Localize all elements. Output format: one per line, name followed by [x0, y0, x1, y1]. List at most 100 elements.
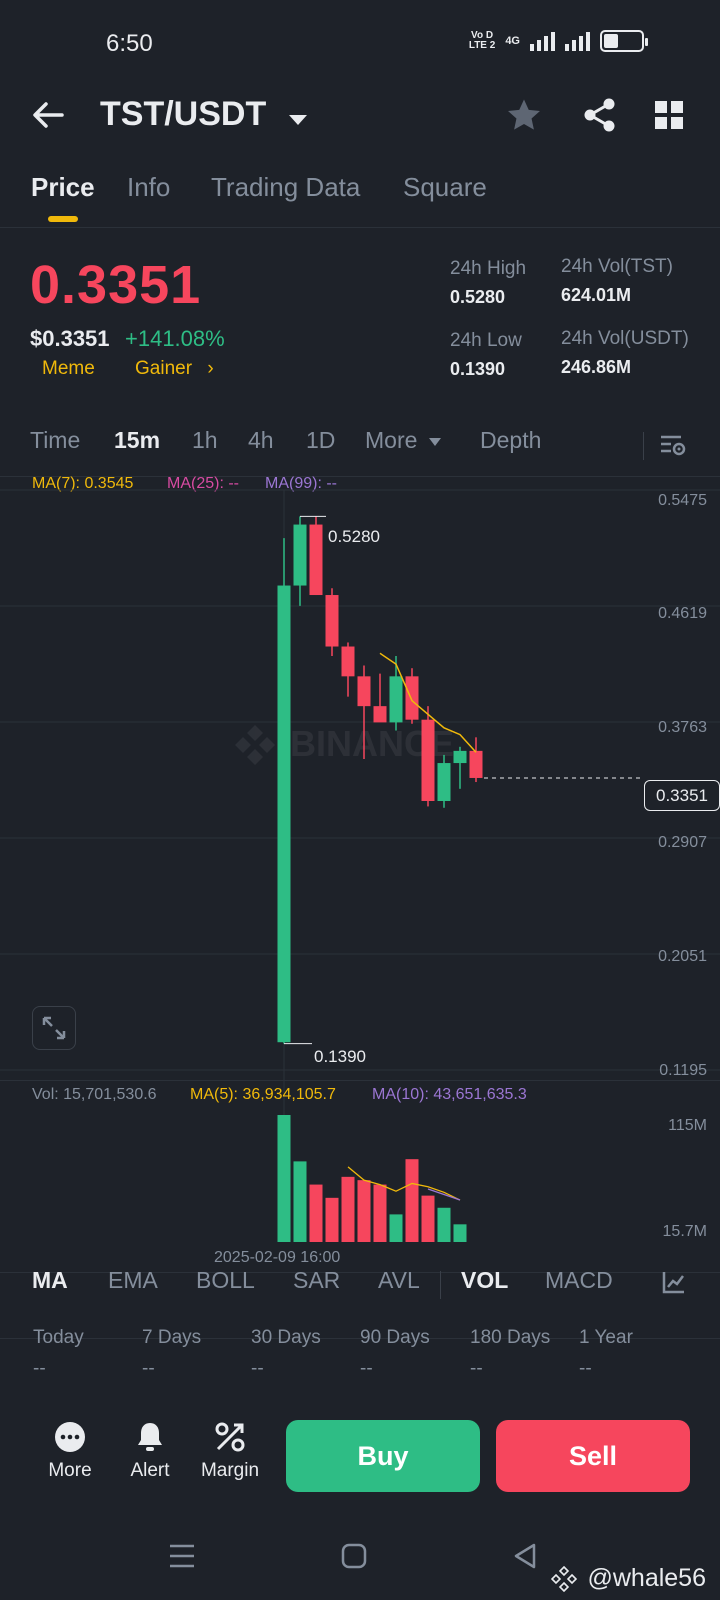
4g-icon: 4G	[505, 35, 520, 47]
more-button[interactable]: More	[30, 1420, 110, 1482]
alert-button[interactable]: Alert	[110, 1420, 190, 1482]
binance-watermark: BINANCE	[235, 723, 454, 765]
ind-sar[interactable]: SAR	[293, 1267, 340, 1294]
period-90d-label: 90 Days	[360, 1327, 430, 1348]
caret-down-icon	[288, 97, 308, 136]
vol-usdt-label: 24h Vol(USDT)	[561, 328, 689, 349]
ind-macd[interactable]: MACD	[545, 1267, 613, 1294]
binance-logo-icon	[550, 1566, 577, 1593]
battery-icon	[600, 30, 648, 52]
vol-divider	[0, 1080, 720, 1081]
vol-tst-label: 24h Vol(TST)	[561, 256, 673, 277]
tf-depth[interactable]: Depth	[480, 427, 541, 454]
axis-price-1: 0.4619	[658, 605, 707, 622]
back-arrow-icon[interactable]	[30, 97, 66, 138]
axis-price-5: 0.1195	[659, 1062, 707, 1079]
candle-body	[469, 750, 483, 778]
period-1y-label: 1 Year	[579, 1327, 633, 1348]
volume-bar	[325, 1197, 339, 1242]
tf-time[interactable]: Time	[30, 427, 80, 454]
x-axis-label: 2025-02-09 16:00	[214, 1249, 341, 1266]
share-icon[interactable]	[582, 97, 618, 138]
active-tab-indicator	[48, 216, 78, 222]
watermark: @whale56	[550, 1564, 706, 1593]
candle-body	[373, 706, 387, 723]
candle-body	[277, 585, 291, 1043]
ind-ma[interactable]: MA	[32, 1267, 68, 1294]
high-value: 0.5280	[450, 287, 506, 307]
tab-trading-data[interactable]: Trading Data	[211, 172, 360, 203]
buy-button[interactable]: Buy	[286, 1420, 480, 1492]
tf-more[interactable]: More	[365, 427, 442, 454]
candle-body	[453, 750, 467, 764]
ind-boll[interactable]: BOLL	[196, 1267, 255, 1294]
bell-icon	[110, 1420, 190, 1454]
period-30d-label: 30 Days	[251, 1327, 321, 1348]
period-180d-value: --	[470, 1358, 483, 1379]
volume-bar	[277, 1115, 291, 1242]
chart-settings-icon[interactable]	[660, 434, 686, 463]
vol-axis-top: 115M	[668, 1117, 707, 1134]
tab-price[interactable]: Price	[31, 172, 95, 203]
ind-divider	[440, 1271, 441, 1299]
candle-body	[325, 595, 339, 647]
ind-avl[interactable]: AVL	[378, 1267, 420, 1294]
candlestick-chart[interactable]: BINANCE	[0, 480, 720, 1270]
indicator-settings-icon[interactable]	[662, 1270, 686, 1299]
current-price-tag: 0.3351	[644, 780, 720, 811]
tag-meme[interactable]: Meme	[42, 358, 95, 380]
period-7d-value: --	[142, 1358, 155, 1379]
period-today-label: Today	[33, 1327, 84, 1348]
chevron-right-icon: ›	[207, 358, 214, 379]
star-icon[interactable]	[506, 98, 542, 137]
tag-gainer[interactable]: Gainer ›	[135, 358, 214, 380]
nav-recents-icon[interactable]	[168, 1543, 196, 1574]
sell-button[interactable]: Sell	[496, 1420, 690, 1492]
axis-price-0: 0.5475	[658, 492, 707, 509]
status-icons: Vo D LTE 2 4G	[469, 30, 648, 52]
tf-15m[interactable]: 15m	[114, 427, 160, 454]
tf-1d[interactable]: 1D	[306, 427, 335, 454]
tf-1h[interactable]: 1h	[192, 427, 218, 454]
expand-icon	[42, 1016, 66, 1040]
low-annotation: 0.1390	[314, 1047, 366, 1066]
pair-title[interactable]: TST/USDT	[100, 95, 308, 136]
axis-price-4: 0.2051	[658, 948, 707, 965]
period-today-value: --	[33, 1358, 46, 1379]
candle-body	[341, 646, 355, 677]
period-7d-label: 7 Days	[142, 1327, 202, 1348]
tab-info[interactable]: Info	[127, 172, 170, 203]
candle-body	[293, 524, 307, 586]
signal-icon-2	[565, 31, 590, 51]
volume-bar	[453, 1224, 467, 1242]
tf-divider	[643, 432, 644, 460]
more-dots-icon	[30, 1420, 110, 1454]
percent-icon	[190, 1420, 270, 1454]
tf-4h[interactable]: 4h	[248, 427, 274, 454]
volume-bar	[357, 1180, 371, 1242]
low-value: 0.1390	[450, 359, 506, 379]
last-price: 0.3351	[30, 255, 202, 315]
candle-body	[437, 763, 451, 802]
tab-square[interactable]: Square	[403, 172, 487, 203]
grid-menu-icon[interactable]	[654, 100, 684, 135]
ind-vol[interactable]: VOL	[461, 1267, 508, 1294]
nav-back-icon[interactable]	[512, 1542, 538, 1575]
vol-usdt-value: 246.86M	[561, 357, 632, 377]
high-label: 24h High	[450, 258, 527, 279]
candle-body	[421, 719, 435, 802]
candle-body	[357, 676, 371, 707]
ind-ema[interactable]: EMA	[108, 1267, 158, 1294]
nav-home-icon[interactable]	[340, 1542, 368, 1575]
volume-bar	[293, 1161, 307, 1242]
margin-button[interactable]: Margin	[190, 1420, 270, 1482]
tabs-divider	[0, 227, 720, 228]
axis-price-2: 0.3763	[658, 719, 707, 736]
caret-down-icon	[428, 437, 441, 446]
candle-body	[309, 524, 323, 596]
candle-body	[389, 676, 403, 723]
volume-bar	[437, 1207, 451, 1242]
vol-legend: Vol: 15,701,530.6	[32, 1086, 157, 1103]
expand-chart-button[interactable]	[32, 1006, 76, 1050]
price-usd: $0.3351	[30, 326, 110, 351]
